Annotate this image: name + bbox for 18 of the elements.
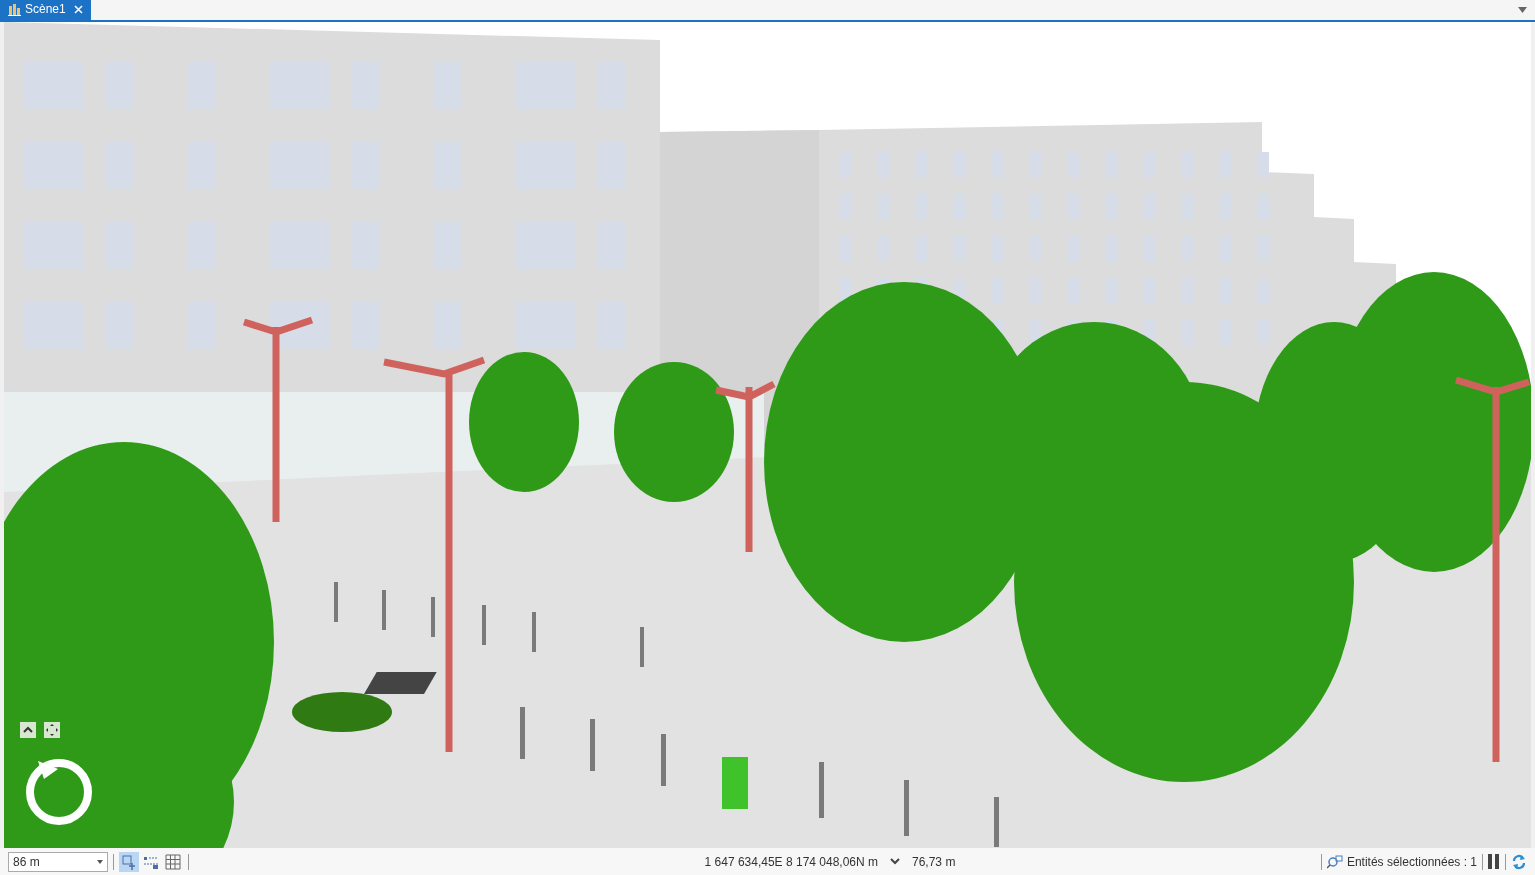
grid-icon[interactable] [163,851,183,872]
caret-icon [97,859,103,864]
selection-icon[interactable] [1326,854,1343,869]
elevation-text: 76,73 m [912,853,956,871]
scene-icon [8,2,21,16]
navigator-ring-icon[interactable] [24,757,94,827]
chevron-down-icon[interactable] [890,858,900,865]
pause-icon[interactable] [1488,854,1500,869]
scale-dropdown[interactable]: 86 m [8,851,108,872]
collapse-icon[interactable] [20,722,36,738]
dropdown-icon[interactable] [1518,7,1527,13]
close-icon[interactable] [73,4,83,14]
scene-tab[interactable]: Scène1 [0,0,91,20]
coordinates-text: 1 647 634,45E 8 174 048,06N m [704,853,878,871]
refresh-icon[interactable] [1511,853,1527,870]
full-navigator-icon[interactable] [44,722,60,738]
selected-features-text: Entités sélectionnées : 1 [1346,853,1477,871]
navigate-tool-icon[interactable] [119,851,139,872]
